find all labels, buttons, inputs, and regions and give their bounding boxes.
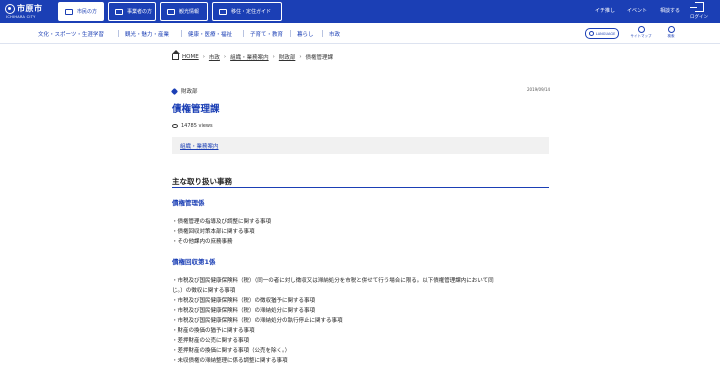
list-item: ・市税及び国民健康保険料（税）の徴収猶予に関する事項 bbox=[172, 298, 316, 304]
subheading-collection-1: 債権回収第1係 bbox=[172, 258, 216, 266]
camera-icon bbox=[167, 8, 175, 15]
login-icon bbox=[689, 2, 704, 12]
home-key-icon bbox=[219, 8, 227, 15]
sitemap-button[interactable]: サイトマップ bbox=[626, 26, 656, 39]
list-item: ・財産の換価の猶予に関する事項 bbox=[172, 328, 255, 334]
language-button[interactable]: LANGUAGE bbox=[585, 28, 619, 39]
login-button[interactable]: ログイン bbox=[688, 2, 710, 20]
logo-text: 市原市 bbox=[17, 4, 43, 13]
top-bar: 市原市 ICHIHARA CITY 市民の方 事業者の方 観光情報 移住・定住ガ… bbox=[0, 0, 720, 23]
gnav-childcare[interactable]: 子育て・教育 bbox=[250, 30, 283, 38]
related-link-box: 組織・業務案内 bbox=[172, 137, 549, 154]
search-icon bbox=[667, 26, 675, 33]
chevron-right-icon: › bbox=[299, 54, 302, 60]
gnav-divider bbox=[290, 30, 291, 37]
tab-tourism[interactable]: 観光情報 bbox=[160, 2, 208, 21]
list-item: ・その他課内の庶務事務 bbox=[172, 239, 233, 245]
tag-icon bbox=[170, 87, 179, 95]
eye-icon bbox=[172, 124, 178, 128]
duties-list-claims-management: ・債権管理の指導及び調整に関する事項 ・債権回収対策本部に関する事項 ・その他課… bbox=[172, 217, 271, 247]
section-title: 主な取り扱い事務 bbox=[172, 176, 549, 188]
duties-list-collection-1: ・市税及び国民健康保険料（税）（同一の者に対し徴収又は滞納処分を市税と併せて行う… bbox=[172, 276, 494, 366]
chevron-right-icon: › bbox=[272, 54, 275, 60]
gnav-divider bbox=[243, 30, 244, 37]
gnav-divider bbox=[322, 30, 323, 37]
link-recommend[interactable]: イチ推し bbox=[595, 7, 615, 14]
gnav-city-admin[interactable]: 市政 bbox=[329, 30, 340, 38]
gnav-culture[interactable]: 文化・スポーツ・生涯学習 bbox=[38, 30, 104, 38]
link-consult[interactable]: 相談する bbox=[660, 7, 680, 14]
related-link-organization[interactable]: 組織・業務案内 bbox=[180, 142, 219, 150]
breadcrumb-city-admin[interactable]: 市政 bbox=[209, 53, 220, 61]
link-events[interactable]: イベント bbox=[627, 7, 647, 14]
tab-relocation[interactable]: 移住・定住ガイド bbox=[212, 2, 282, 21]
tab-residents[interactable]: 市民の方 bbox=[58, 2, 104, 21]
gnav-divider bbox=[118, 30, 119, 37]
home-icon bbox=[172, 50, 180, 60]
breadcrumb: HOME › 市政 › 組織・業務案内 › 財政部 › 債権管理課 bbox=[172, 50, 334, 61]
publish-date: 2019/09/14 bbox=[527, 87, 551, 92]
logo-subtext: ICHIHARA CITY bbox=[6, 15, 36, 19]
tab-business[interactable]: 事業者の方 bbox=[108, 2, 156, 21]
gnav-divider bbox=[181, 30, 182, 37]
house-icon bbox=[65, 8, 73, 15]
city-emblem-icon bbox=[5, 4, 15, 14]
chevron-right-icon: › bbox=[223, 54, 227, 60]
department-tag[interactable]: 財政部 bbox=[170, 87, 198, 95]
breadcrumb-home[interactable]: HOME bbox=[182, 54, 199, 60]
chevron-right-icon: › bbox=[202, 54, 205, 60]
gnav-health[interactable]: 健康・医療・福祉 bbox=[188, 30, 232, 38]
list-item: ・市税及び国民健康保険料（税）（同一の者に対し徴収又は滞納処分を市税と併せて行う… bbox=[172, 278, 494, 284]
breadcrumb-finance[interactable]: 財政部 bbox=[279, 53, 296, 61]
page-title: 債権管理課 bbox=[172, 104, 220, 115]
list-item: じ。）の徴収に関する事項 bbox=[172, 288, 236, 294]
city-logo[interactable]: 市原市 ICHIHARA CITY bbox=[5, 3, 49, 20]
gnav-living[interactable]: 暮らし bbox=[297, 30, 314, 38]
list-item: ・差押財産の公売に関する事項 bbox=[172, 338, 250, 344]
list-item: ・差押財産の換価に関する事項（公売を除く。） bbox=[172, 348, 291, 354]
globe-icon bbox=[588, 31, 594, 36]
sitemap-icon bbox=[637, 26, 645, 33]
gnav-tourism[interactable]: 観光・魅力・産業 bbox=[125, 30, 169, 38]
global-nav: 文化・スポーツ・生涯学習 観光・魅力・産業 健康・医療・福祉 子育て・教育 暮ら… bbox=[0, 23, 720, 44]
briefcase-icon bbox=[115, 8, 123, 15]
list-item: ・市税及び国民健康保険料（税）の滞納処分に関する事項 bbox=[172, 308, 316, 314]
list-item: ・市税及び国民健康保険料（税）の滞納処分の執行停止に関する事項 bbox=[172, 318, 343, 324]
search-button[interactable]: 検索 bbox=[656, 26, 686, 39]
view-count: 14785 views bbox=[172, 123, 213, 129]
breadcrumb-current: 債権管理課 bbox=[305, 55, 334, 61]
list-item: ・債権回収対策本部に関する事項 bbox=[172, 229, 255, 235]
subheading-claims-management: 債権管理係 bbox=[172, 199, 205, 207]
list-item: ・債権管理の指導及び調整に関する事項 bbox=[172, 219, 272, 225]
breadcrumb-organization[interactable]: 組織・業務案内 bbox=[230, 53, 269, 61]
